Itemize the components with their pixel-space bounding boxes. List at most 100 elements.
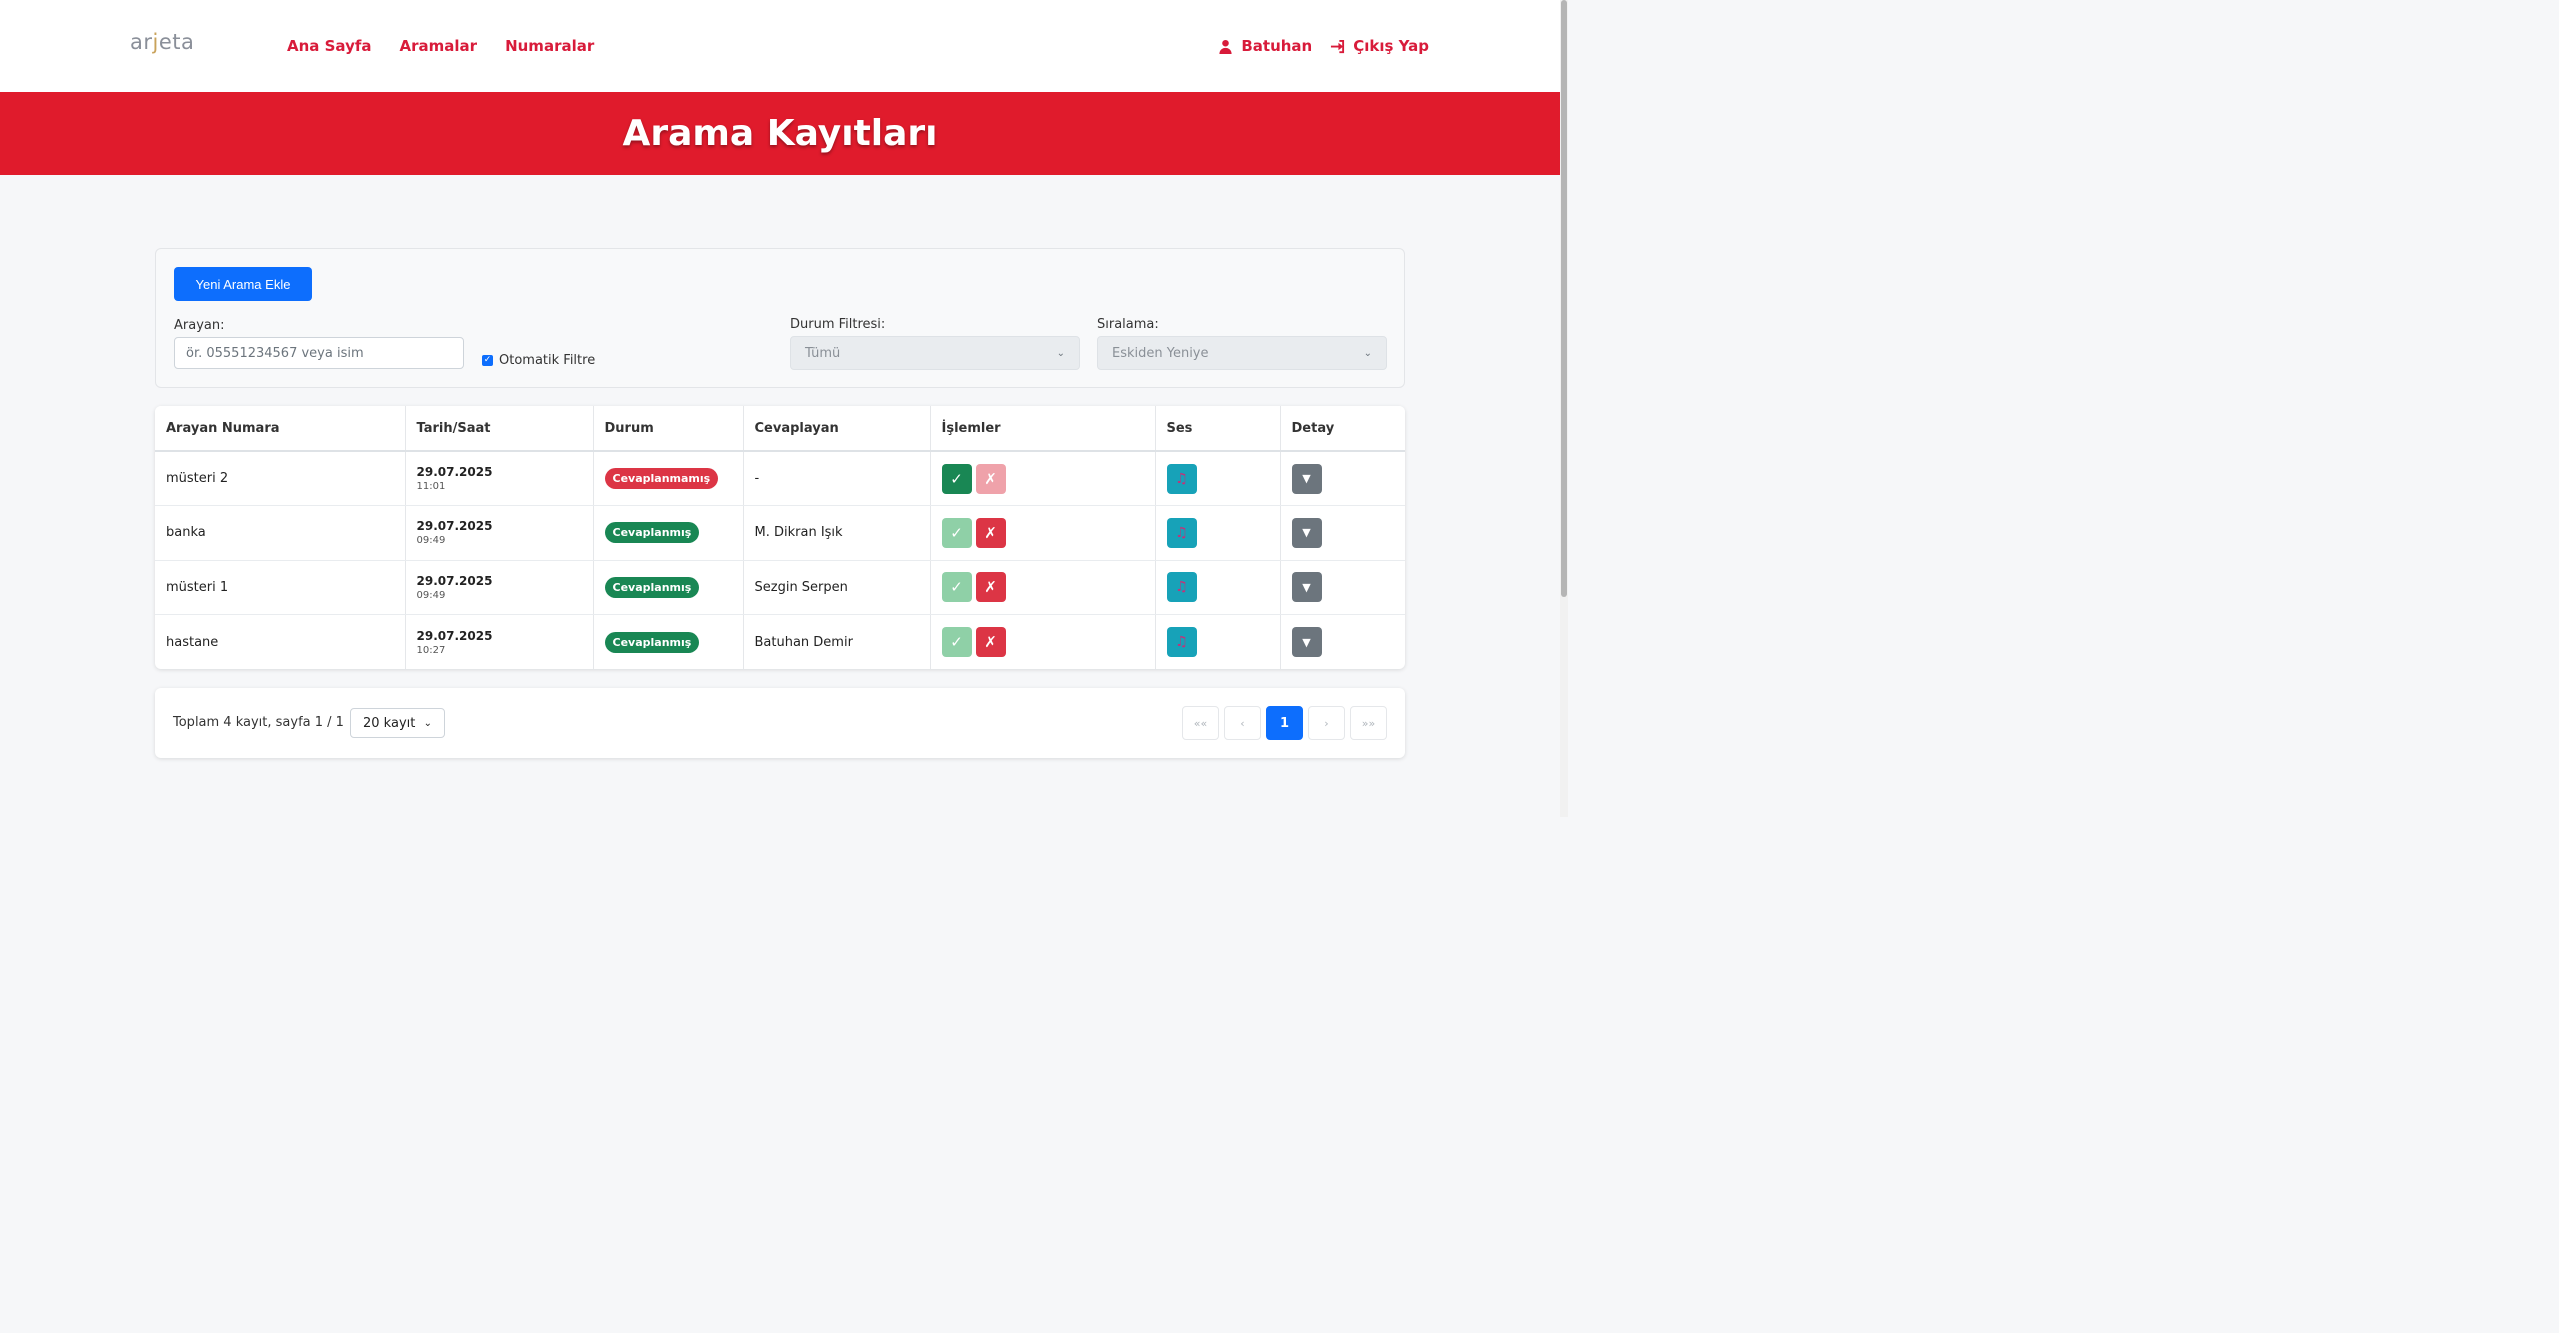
approve-button[interactable]: ✓: [941, 572, 972, 603]
logout-label: Çıkış Yap: [1353, 37, 1429, 55]
audio-cell: ♫: [1155, 614, 1281, 669]
caller-label: Arayan:: [174, 318, 225, 333]
play-audio-button[interactable]: ♫: [1166, 463, 1197, 494]
sort-label: Sıralama:: [1097, 317, 1159, 332]
main-nav: Ana Sayfa Aramalar Numaralar: [287, 37, 594, 55]
expand-detail-button[interactable]: ▼: [1291, 517, 1322, 548]
actions-cell: ✓ ✗: [930, 560, 1156, 615]
nav-link-calls[interactable]: Aramalar: [400, 37, 478, 55]
top-navbar: arjeta Ana Sayfa Aramalar Numaralar Batu…: [0, 0, 1560, 92]
reject-button[interactable]: ✗: [975, 517, 1006, 548]
music-note-icon: ♫: [1175, 524, 1188, 541]
user-profile-link[interactable]: Batuhan: [1218, 37, 1312, 55]
last-page-button[interactable]: »»: [1350, 706, 1387, 740]
status-badge: Cevaplanmış: [604, 631, 700, 653]
table-row: banka 29.07.2025 09:49 Cevaplanmış M. Dik…: [155, 505, 1405, 561]
nav-link-numbers[interactable]: Numaralar: [505, 37, 594, 55]
nav-link-home[interactable]: Ana Sayfa: [287, 37, 372, 55]
status-filter-select[interactable]: Tümü ⌄: [790, 336, 1080, 370]
call-time: 11:01: [416, 481, 446, 492]
actions-cell: ✓ ✗: [930, 614, 1156, 669]
col-header-datetime[interactable]: Tarih/Saat: [405, 406, 594, 452]
audio-cell: ♫: [1155, 505, 1281, 561]
chevron-down-icon: ⌄: [1056, 347, 1065, 359]
reject-button[interactable]: ✗: [975, 572, 1006, 603]
table-header-row: Arayan Numara Tarih/Saat Durum Cevaplaya…: [155, 406, 1405, 452]
actions-cell: ✓ ✗: [930, 451, 1156, 506]
datetime-cell: 29.07.2025 09:49: [405, 560, 594, 615]
status-filter-label: Durum Filtresi:: [790, 317, 886, 332]
auto-filter-checkbox[interactable]: ✓: [482, 355, 493, 366]
per-page-select[interactable]: 20 kayıt ⌄: [350, 708, 445, 738]
first-page-button[interactable]: ««: [1182, 706, 1219, 740]
music-note-icon: ♫: [1175, 634, 1188, 650]
page-scrollbar[interactable]: [1560, 0, 1568, 817]
approve-button[interactable]: ✓: [941, 627, 972, 657]
approve-button[interactable]: ✓: [941, 463, 972, 494]
call-date: 29.07.2025: [416, 573, 493, 588]
call-time: 10:27: [416, 644, 446, 656]
col-header-status[interactable]: Durum: [593, 406, 744, 452]
caret-down-icon: ▼: [1302, 472, 1311, 485]
answerer-cell: Sezgin Serpen: [743, 560, 931, 615]
add-call-button[interactable]: Yeni Arama Ekle: [174, 267, 312, 301]
caller-cell: hastane: [155, 614, 406, 669]
music-note-icon: ♫: [1175, 470, 1188, 487]
reject-button[interactable]: ✗: [975, 627, 1006, 657]
call-date: 29.07.2025: [416, 628, 493, 643]
pagination: «« ‹ 1 › »»: [1182, 706, 1387, 740]
status-badge: Cevaplanmış: [604, 522, 700, 544]
prev-page-button[interactable]: ‹: [1224, 706, 1261, 740]
detail-cell: ▼: [1280, 451, 1405, 506]
sign-out-icon: [1331, 39, 1345, 53]
x-icon: ✗: [984, 469, 997, 488]
col-header-caller[interactable]: Arayan Numara: [155, 406, 406, 452]
sort-select[interactable]: Eskiden Yeniye ⌄: [1097, 336, 1387, 370]
music-note-icon: ♫: [1175, 579, 1188, 596]
status-badge: Cevaplanmamış: [604, 468, 719, 489]
chevron-down-icon: ⌄: [423, 717, 432, 729]
play-audio-button[interactable]: ♫: [1166, 572, 1197, 603]
user-name: Batuhan: [1241, 37, 1313, 55]
logout-link[interactable]: Çıkış Yap: [1330, 37, 1429, 55]
approve-button[interactable]: ✓: [941, 517, 972, 548]
call-time: 09:49: [416, 535, 446, 547]
user-icon: [1219, 39, 1232, 54]
caller-cell: müsteri 2: [155, 451, 406, 506]
datetime-cell: 29.07.2025 09:49: [405, 505, 594, 561]
expand-detail-button[interactable]: ▼: [1291, 572, 1322, 603]
col-header-actions: İşlemler: [930, 406, 1156, 452]
status-cell: Cevaplanmış: [593, 614, 744, 669]
play-audio-button[interactable]: ♫: [1166, 517, 1197, 548]
page-button-current[interactable]: 1: [1266, 706, 1303, 740]
app-logo[interactable]: arjeta: [130, 30, 194, 54]
caller-cell: banka: [155, 505, 406, 561]
answerer-cell: -: [743, 451, 931, 506]
col-header-answerer[interactable]: Cevaplayan: [743, 406, 931, 452]
reject-button[interactable]: ✗: [975, 463, 1006, 494]
check-icon: ✓: [950, 578, 963, 597]
scrollbar-thumb[interactable]: [1561, 0, 1567, 597]
check-icon: ✓: [950, 523, 963, 542]
expand-detail-button[interactable]: ▼: [1291, 463, 1322, 494]
answerer-cell: M. Dikran Işık: [743, 505, 931, 561]
pagination-card: Toplam 4 kayıt, sayfa 1 / 1 20 kayıt ⌄ «…: [155, 688, 1405, 758]
auto-filter-toggle[interactable]: ✓ Otomatik Filtre: [482, 353, 595, 368]
page-header-banner: Arama Kayıtları: [0, 92, 1560, 175]
status-cell: Cevaplanmış: [593, 560, 744, 615]
check-icon: ✓: [950, 633, 963, 651]
detail-cell: ▼: [1280, 615, 1405, 670]
audio-cell: ♫: [1155, 451, 1281, 506]
detail-cell: ▼: [1280, 505, 1405, 561]
x-icon: ✗: [984, 633, 997, 651]
table-row: hastane 29.07.2025 10:27 Cevaplanmış Batu…: [155, 614, 1405, 670]
records-summary: Toplam 4 kayıt, sayfa 1 / 1: [173, 715, 344, 730]
filter-panel: Yeni Arama Ekle Arayan: ✓ Otomatik Filtr…: [155, 248, 1405, 388]
check-icon: ✓: [950, 469, 963, 488]
auto-filter-label: Otomatik Filtre: [499, 353, 596, 368]
next-page-button[interactable]: ›: [1308, 706, 1345, 740]
detail-cell: ▼: [1280, 560, 1405, 615]
caller-search-input[interactable]: [174, 337, 464, 369]
expand-detail-button[interactable]: ▼: [1291, 627, 1322, 657]
play-audio-button[interactable]: ♫: [1166, 627, 1197, 657]
